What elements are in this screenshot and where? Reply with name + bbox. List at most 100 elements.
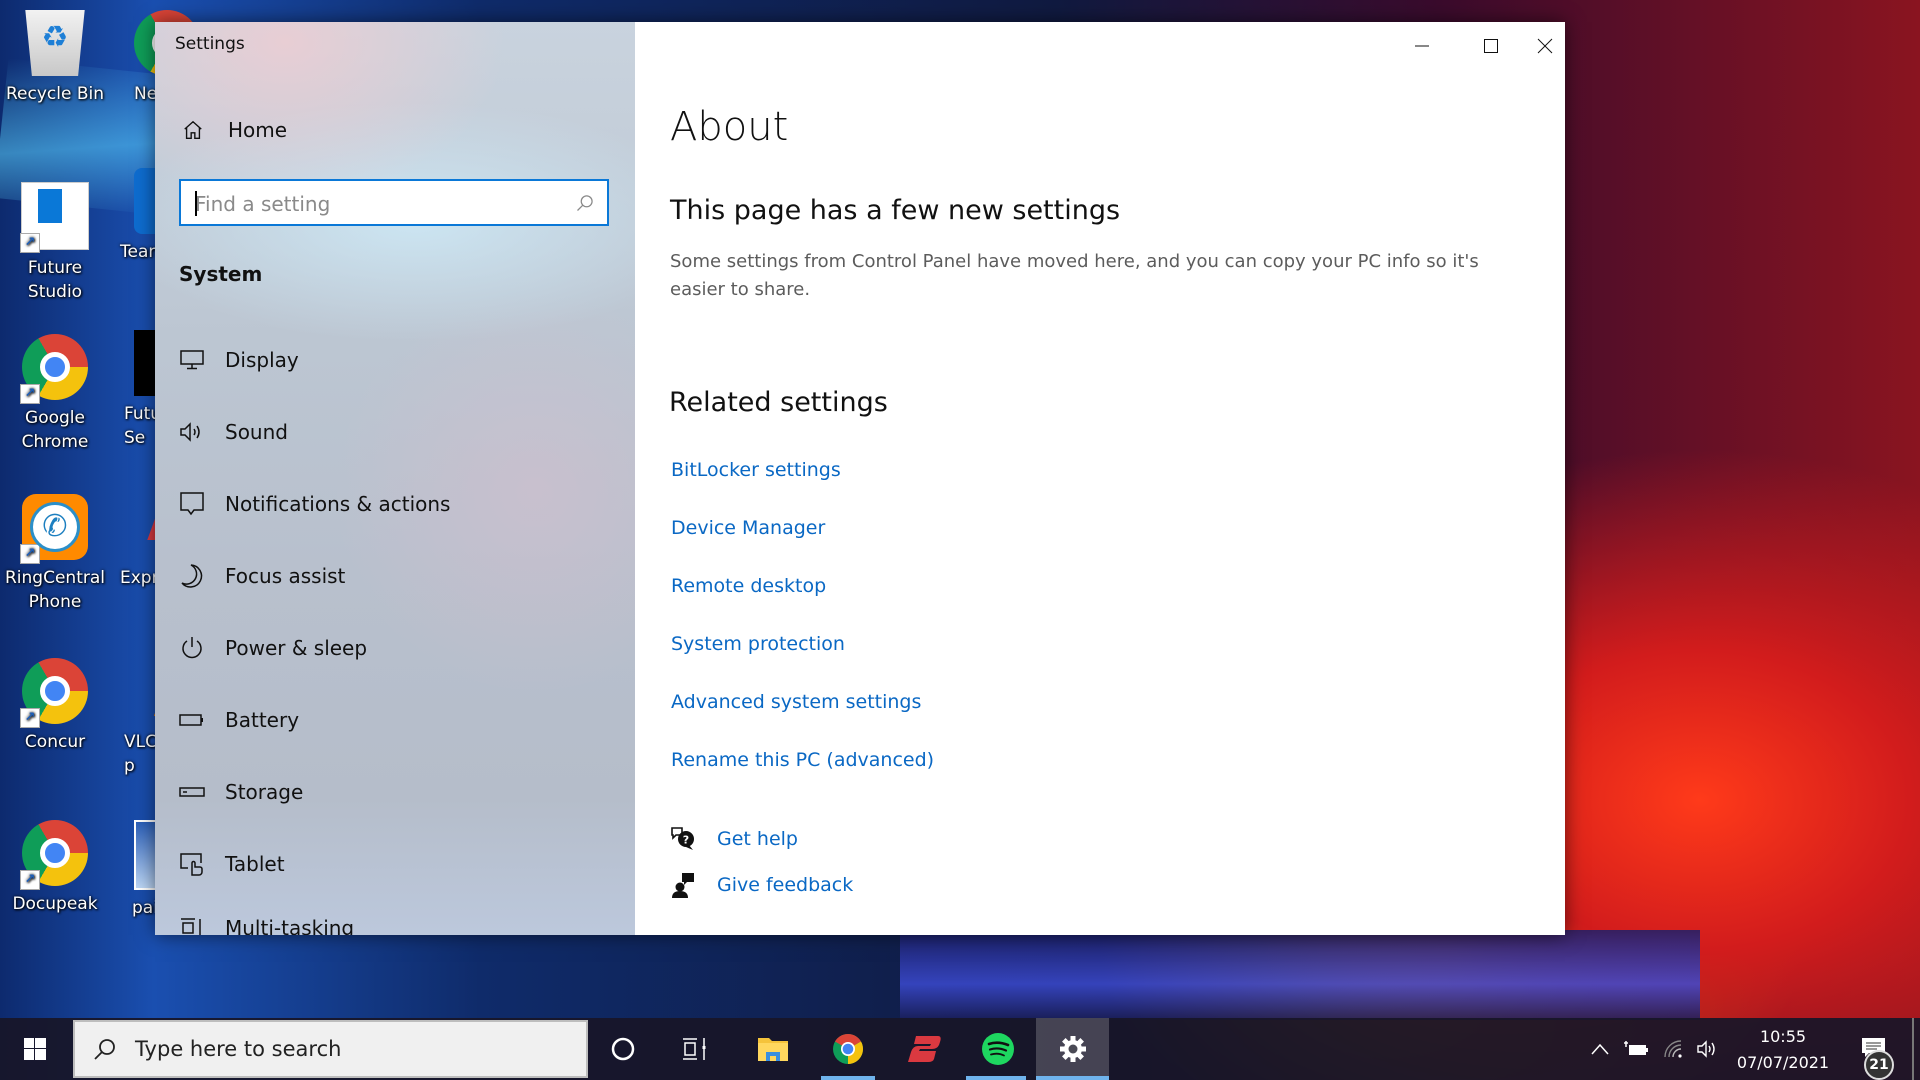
page-title: About xyxy=(670,104,789,150)
power-icon xyxy=(182,637,202,659)
storage-icon xyxy=(179,787,205,797)
start-button[interactable] xyxy=(0,1018,70,1080)
speaker-icon xyxy=(1697,1040,1715,1058)
home-icon xyxy=(184,120,202,139)
desktop-icon-future-studio[interactable]: ↗ Future Studio xyxy=(0,182,110,304)
sidebar-item-storage[interactable]: Storage xyxy=(155,762,635,822)
sidebar-item-label: Notifications & actions xyxy=(225,492,451,516)
desktop-icon-concur[interactable]: ↗ Concur xyxy=(0,658,110,754)
sidebar-item-focus-assist[interactable]: Focus assist xyxy=(155,546,635,606)
chrome-icon: ↗ xyxy=(20,334,88,404)
taskbar-expressvpn-button[interactable] xyxy=(891,1018,957,1080)
speech-bubble-icon xyxy=(180,492,204,516)
sidebar-item-label: Focus assist xyxy=(225,564,346,588)
sidebar-item-label: Sound xyxy=(225,420,288,444)
sidebar-item-label: Multi-tasking xyxy=(225,916,355,935)
multitasking-icon xyxy=(181,918,201,935)
sidebar-item-label: Display xyxy=(225,348,299,372)
sidebar-item-multitasking[interactable]: Multi-tasking xyxy=(155,906,635,935)
close-button[interactable] xyxy=(1525,22,1565,70)
active-indicator xyxy=(1036,1076,1109,1080)
show-hidden-icons-button[interactable] xyxy=(1585,1018,1615,1080)
desktop-icon-recycle-bin[interactable]: Recycle Bin xyxy=(0,10,110,106)
settings-search-input[interactable] xyxy=(193,181,567,226)
moon-icon xyxy=(181,564,203,588)
help-chat-icon: ? xyxy=(671,827,694,850)
expressvpn-icon xyxy=(908,1036,941,1062)
desktop-icon-label: RingCentral Phone xyxy=(5,568,105,612)
close-icon xyxy=(1537,38,1553,54)
settings-sidebar: Settings Home System Display Sound Notif… xyxy=(155,22,635,935)
shortcut-arrow-icon: ↗ xyxy=(20,870,40,890)
taskbar-search-box[interactable]: Type here to search xyxy=(73,1020,588,1078)
taskbar-task-view-button[interactable] xyxy=(665,1018,725,1080)
text-caret xyxy=(195,191,197,216)
link-rename-pc[interactable]: Rename this PC (advanced) xyxy=(671,749,934,771)
taskbar-clock[interactable]: 10:55 07/07/2021 xyxy=(1718,1024,1848,1076)
chrome-icon xyxy=(833,1033,864,1064)
related-settings-heading: Related settings xyxy=(669,387,888,418)
sidebar-item-notifications[interactable]: Notifications & actions xyxy=(155,474,635,534)
file-explorer-icon xyxy=(758,1038,788,1061)
cortana-icon xyxy=(611,1037,635,1061)
desktop-icon-docupeak[interactable]: ↗ Docupeak xyxy=(0,820,110,916)
desktop-icon-label: Docupeak xyxy=(12,894,98,914)
tablet-icon xyxy=(180,853,203,876)
sidebar-item-label: Battery xyxy=(225,708,300,732)
svg-text:?: ? xyxy=(683,834,689,847)
search-icon[interactable] xyxy=(575,193,595,213)
show-desktop-button[interactable] xyxy=(1912,1018,1914,1080)
taskbar-settings-button[interactable] xyxy=(1036,1018,1109,1080)
network-tray-button[interactable] xyxy=(1658,1018,1690,1080)
sidebar-section-title: System xyxy=(179,262,263,286)
desktop-icon-label: Concur xyxy=(24,732,86,752)
minimize-icon xyxy=(1414,45,1429,47)
give-feedback-label: Give feedback xyxy=(717,874,854,896)
get-help-link[interactable]: ? Get help xyxy=(669,825,798,853)
desktop-icon-label: Future Studio xyxy=(27,258,83,302)
sidebar-home[interactable]: Home xyxy=(182,118,287,142)
link-remote-desktop[interactable]: Remote desktop xyxy=(671,575,826,597)
battery-icon xyxy=(179,714,203,726)
maximize-button[interactable] xyxy=(1456,22,1525,70)
battery-tray-button[interactable] xyxy=(1620,1018,1652,1080)
battery-charging-icon xyxy=(1624,1041,1648,1055)
sidebar-item-label: Storage xyxy=(225,780,304,804)
taskbar-chrome-button[interactable] xyxy=(815,1018,881,1080)
sidebar-item-display[interactable]: Display xyxy=(155,330,635,390)
taskbar-file-explorer-button[interactable] xyxy=(741,1018,805,1080)
link-bitlocker-settings[interactable]: BitLocker settings xyxy=(671,459,841,481)
clock-date: 07/07/2021 xyxy=(1736,1053,1830,1072)
sidebar-item-label: Tablet xyxy=(225,852,285,876)
sidebar-item-battery[interactable]: Battery xyxy=(155,690,635,750)
get-help-label: Get help xyxy=(717,828,798,850)
clock-time: 10:55 xyxy=(1759,1027,1807,1046)
settings-search-box[interactable] xyxy=(179,179,609,226)
shortcut-arrow-icon: ↗ xyxy=(20,233,40,253)
sidebar-item-power-sleep[interactable]: Power & sleep xyxy=(155,618,635,678)
notice-heading: This page has a few new settings xyxy=(670,195,1121,226)
gear-icon xyxy=(1059,1036,1086,1062)
desktop-icon-ringcentral[interactable]: ↗ RingCentral Phone xyxy=(0,494,110,614)
taskbar-cortana-button[interactable] xyxy=(593,1018,653,1080)
running-indicator xyxy=(821,1076,875,1080)
app-window-icon: ↗ xyxy=(20,182,89,253)
recycle-bin-icon xyxy=(25,10,85,76)
sidebar-item-sound[interactable]: Sound xyxy=(155,402,635,462)
sidebar-item-tablet[interactable]: Tablet xyxy=(155,834,635,894)
windows-logo-icon xyxy=(24,1038,46,1060)
give-feedback-link[interactable]: Give feedback xyxy=(669,871,853,899)
link-system-protection[interactable]: System protection xyxy=(671,633,845,655)
running-indicator xyxy=(966,1076,1026,1080)
monitor-icon xyxy=(180,350,204,370)
task-view-icon xyxy=(683,1038,706,1060)
minimize-button[interactable] xyxy=(1387,22,1456,70)
taskbar-spotify-button[interactable] xyxy=(965,1018,1031,1080)
sidebar-item-label: Power & sleep xyxy=(225,636,368,660)
desktop-icon-google-chrome[interactable]: ↗ Google Chrome xyxy=(0,334,110,454)
window-title: Settings xyxy=(175,34,245,54)
link-device-manager[interactable]: Device Manager xyxy=(671,517,825,539)
feedback-icon xyxy=(672,873,694,898)
link-advanced-system-settings[interactable]: Advanced system settings xyxy=(671,691,921,713)
sidebar-home-label: Home xyxy=(228,118,288,142)
